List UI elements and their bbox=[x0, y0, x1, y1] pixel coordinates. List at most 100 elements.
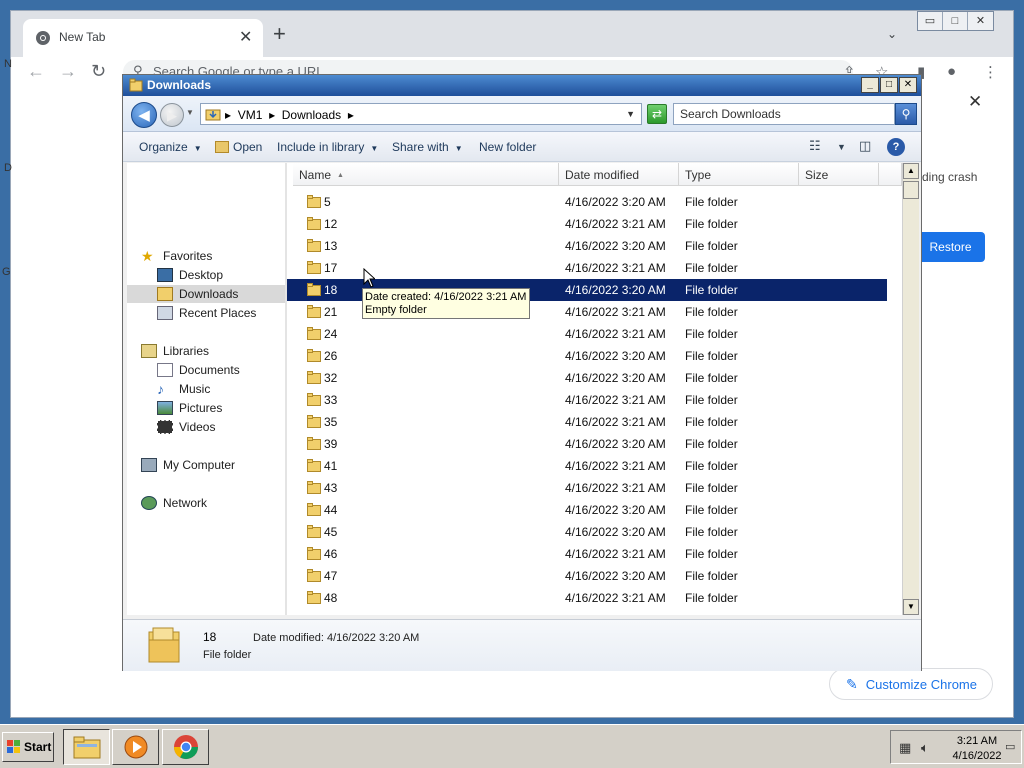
history-dropdown-icon[interactable]: ▼ bbox=[186, 108, 194, 117]
table-row[interactable]: 13 4/16/2022 3:20 AM File folder bbox=[287, 235, 887, 257]
maximize-button[interactable]: □ bbox=[880, 77, 898, 93]
nav-videos[interactable]: Videos bbox=[157, 418, 215, 436]
table-row[interactable]: 32 4/16/2022 3:20 AM File folder bbox=[287, 367, 887, 389]
network-tray-icon[interactable]: ▦ bbox=[899, 740, 911, 756]
table-row[interactable]: 17 4/16/2022 3:21 AM File folder bbox=[287, 257, 887, 279]
organize-menu[interactable]: Organize ▼ bbox=[139, 140, 202, 154]
nav-music[interactable]: ♪ Music bbox=[157, 380, 210, 398]
column-header-date-modified[interactable]: Date modified bbox=[559, 163, 679, 186]
profile-avatar-icon[interactable]: ● bbox=[947, 63, 956, 80]
maximize-button[interactable]: □ bbox=[943, 12, 968, 30]
chrome-tab-new-tab[interactable]: New Tab ✕ bbox=[23, 19, 263, 57]
forward-arrow-icon[interactable]: → bbox=[59, 61, 77, 82]
table-row[interactable]: 45 4/16/2022 3:20 AM File folder bbox=[287, 521, 887, 543]
new-tab-button[interactable]: + bbox=[273, 23, 286, 45]
nav-documents[interactable]: Documents bbox=[157, 361, 240, 379]
chrome-menu-icon[interactable]: ⋮ bbox=[983, 63, 998, 81]
table-row[interactable]: 47 4/16/2022 3:20 AM File folder bbox=[287, 565, 887, 587]
share-with-menu[interactable]: Share with ▼ bbox=[392, 140, 463, 154]
speaker-icon[interactable]: 🔈︎ bbox=[921, 740, 929, 756]
desktop-icon bbox=[157, 268, 173, 282]
table-row[interactable]: 5 4/16/2022 3:20 AM File folder bbox=[287, 191, 887, 213]
forward-button[interactable]: ▶ bbox=[160, 103, 184, 127]
close-tab-icon[interactable]: ✕ bbox=[239, 27, 252, 47]
taskbar-chrome-button[interactable] bbox=[162, 729, 209, 765]
folder-icon bbox=[307, 305, 321, 318]
table-row[interactable]: 43 4/16/2022 3:21 AM File folder bbox=[287, 477, 887, 499]
nav-recent-places[interactable]: Recent Places bbox=[157, 304, 256, 322]
row-name: 45 bbox=[324, 525, 338, 539]
breadcrumb-separator: ▸ bbox=[225, 108, 232, 122]
star-icon: ★ bbox=[141, 248, 154, 264]
scroll-down-icon[interactable]: ▼ bbox=[903, 599, 919, 615]
view-dropdown-icon[interactable]: ▼ bbox=[837, 142, 846, 152]
restore-dialog-close-icon[interactable]: ✕ bbox=[968, 92, 982, 112]
search-input[interactable]: Search Downloads bbox=[673, 103, 895, 125]
include-in-library-menu[interactable]: Include in library ▼ bbox=[277, 140, 378, 154]
nav-desktop[interactable]: Desktop bbox=[157, 266, 223, 284]
table-row[interactable]: 35 4/16/2022 3:21 AM File folder bbox=[287, 411, 887, 433]
close-button[interactable]: ✕ bbox=[968, 12, 993, 30]
back-button[interactable]: ◀ bbox=[131, 102, 157, 128]
table-row[interactable]: 24 4/16/2022 3:21 AM File folder bbox=[287, 323, 887, 345]
tooltip-date-created: Date created: 4/16/2022 3:21 AM bbox=[365, 291, 527, 303]
table-row[interactable]: 48 4/16/2022 3:21 AM File folder bbox=[287, 587, 887, 609]
folder-icon bbox=[307, 327, 321, 340]
folder-icon bbox=[148, 627, 180, 663]
address-dropdown-icon[interactable]: ▼ bbox=[626, 109, 635, 119]
taskbar-media-player-button[interactable] bbox=[112, 729, 159, 765]
table-row[interactable]: 39 4/16/2022 3:20 AM File folder bbox=[287, 433, 887, 455]
table-row[interactable]: 33 4/16/2022 3:21 AM File folder bbox=[287, 389, 887, 411]
nav-downloads[interactable]: Downloads bbox=[127, 285, 285, 303]
row-name: 24 bbox=[324, 327, 338, 341]
open-button[interactable]: Open bbox=[215, 140, 262, 154]
minimize-button[interactable]: ▭ bbox=[918, 12, 943, 30]
nav-libraries[interactable]: Libraries bbox=[141, 342, 209, 360]
table-row[interactable]: 26 4/16/2022 3:20 AM File folder bbox=[287, 345, 887, 367]
close-button[interactable]: ✕ bbox=[899, 77, 917, 93]
nav-pictures[interactable]: Pictures bbox=[157, 399, 222, 417]
table-row[interactable]: 41 4/16/2022 3:21 AM File folder bbox=[287, 455, 887, 477]
details-pane: 18 Date modified: 4/16/2022 3:20 AM File… bbox=[123, 619, 921, 671]
new-folder-button[interactable]: New folder bbox=[479, 140, 536, 154]
folder-icon bbox=[307, 393, 321, 406]
explorer-titlebar[interactable]: Downloads _ □ ✕ bbox=[123, 75, 921, 96]
folder-icon bbox=[307, 569, 321, 582]
nav-network[interactable]: Network bbox=[141, 494, 207, 512]
preview-pane-icon[interactable]: ◫ bbox=[859, 138, 871, 154]
folder-icon bbox=[307, 459, 321, 472]
scrollbar-thumb[interactable] bbox=[903, 181, 919, 199]
taskbar-explorer-button[interactable] bbox=[63, 729, 110, 765]
restore-button[interactable]: Restore bbox=[916, 232, 985, 262]
minimize-button[interactable]: _ bbox=[861, 77, 879, 93]
row-type: File folder bbox=[685, 283, 738, 297]
nav-my-computer[interactable]: My Computer bbox=[141, 456, 235, 474]
vertical-scrollbar[interactable]: ▲ ▼ bbox=[902, 163, 919, 615]
table-row[interactable]: 46 4/16/2022 3:21 AM File folder bbox=[287, 543, 887, 565]
row-name: 48 bbox=[324, 591, 338, 605]
tab-search-icon[interactable]: ⌄ bbox=[887, 27, 897, 41]
crash-message: ding crash bbox=[922, 170, 978, 184]
row-type: File folder bbox=[685, 481, 738, 495]
table-row[interactable]: 12 4/16/2022 3:21 AM File folder bbox=[287, 213, 887, 235]
breadcrumb-vm1[interactable]: VM1 bbox=[238, 108, 263, 122]
nav-favorites[interactable]: ★ Favorites bbox=[141, 247, 212, 265]
clock[interactable]: 3:21 AM 4/16/2022 bbox=[951, 734, 1003, 764]
back-arrow-icon[interactable]: ← bbox=[27, 61, 45, 82]
show-desktop-icon[interactable]: ▭ bbox=[1005, 740, 1015, 753]
help-icon[interactable]: ? bbox=[887, 138, 905, 156]
scroll-up-icon[interactable]: ▲ bbox=[903, 163, 919, 179]
view-options-icon[interactable]: ☷ bbox=[809, 138, 821, 154]
column-header-size[interactable]: Size bbox=[799, 163, 879, 186]
column-header-name[interactable]: Name ▲ bbox=[293, 163, 559, 186]
row-name: 47 bbox=[324, 569, 338, 583]
table-row[interactable]: 44 4/16/2022 3:20 AM File folder bbox=[287, 499, 887, 521]
reload-icon[interactable]: ↻ bbox=[91, 61, 106, 82]
address-bar[interactable]: ▸ VM1 ▸ Downloads ▸ ▼ bbox=[200, 103, 642, 125]
column-header-type[interactable]: Type bbox=[679, 163, 799, 186]
breadcrumb-downloads[interactable]: Downloads bbox=[282, 108, 341, 122]
refresh-button[interactable]: ⇄ bbox=[647, 104, 667, 124]
search-icon[interactable]: ⚲ bbox=[895, 103, 917, 125]
customize-chrome-button[interactable]: ✎ Customize Chrome bbox=[829, 668, 993, 700]
start-button[interactable]: Start bbox=[2, 732, 54, 762]
